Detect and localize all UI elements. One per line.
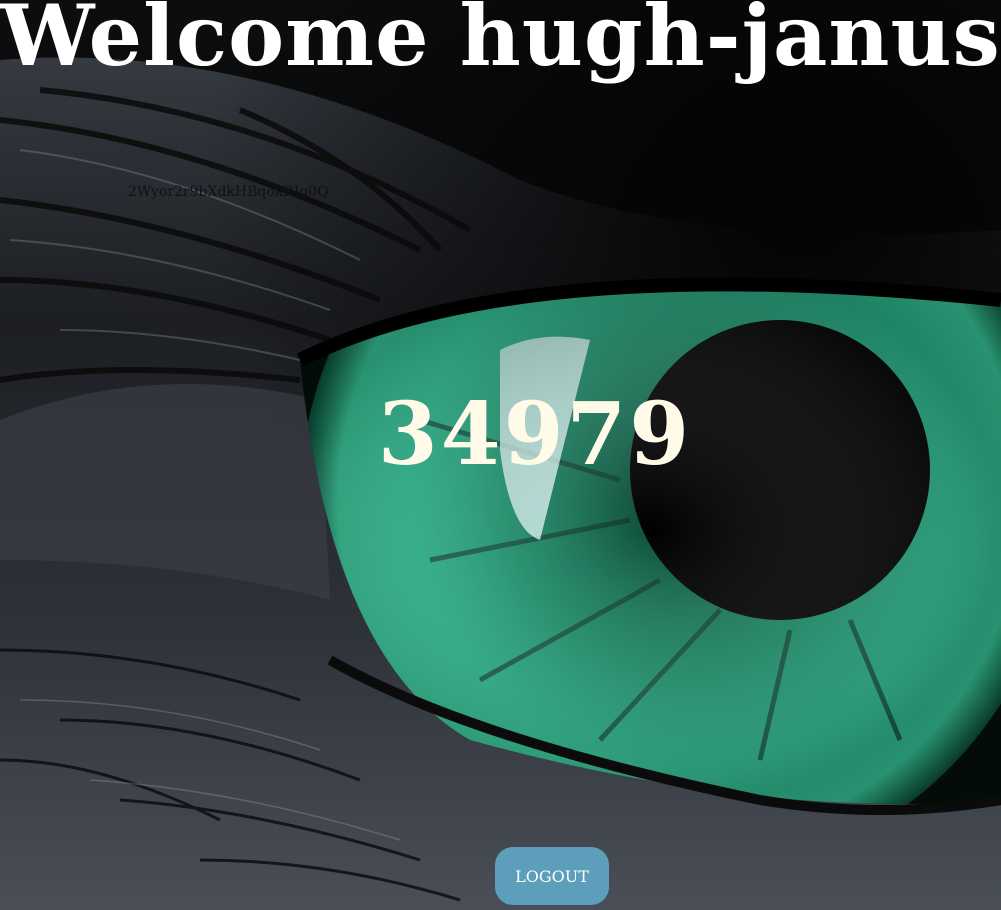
token-text: 2Wyor2r9bXdkHBqokRIg0Q: [128, 184, 329, 200]
logout-button[interactable]: LOGOUT: [495, 847, 609, 905]
welcome-heading: Welcome hugh-janus: [0, 0, 1001, 85]
big-number: 34979: [377, 384, 693, 485]
